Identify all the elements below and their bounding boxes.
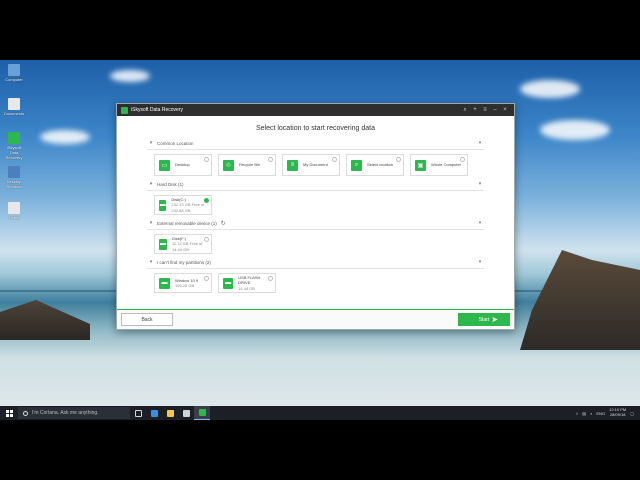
refresh-icon[interactable]: ↻ bbox=[221, 220, 226, 227]
window-titlebar: iSkysoft Data Recovery ⌕ + ≡ – × bbox=[117, 104, 514, 116]
partition-icon: ▬ bbox=[159, 277, 170, 289]
windows-logo-icon bbox=[5, 409, 13, 417]
desktop-icon-documents[interactable]: Documents bbox=[3, 98, 25, 116]
task-view-button[interactable] bbox=[130, 406, 146, 420]
chevron-down-icon: ▾ bbox=[149, 140, 153, 146]
cloud bbox=[520, 80, 580, 98]
tile-select-location[interactable]: ⌕ Select location bbox=[346, 154, 404, 176]
cortana-search-box[interactable]: I'm Cortana. Ask me anything. bbox=[18, 407, 130, 419]
partition-icon: ▬ bbox=[223, 277, 234, 289]
clock[interactable]: 12:10 PM 28/09/18 bbox=[609, 407, 626, 418]
file-icon bbox=[8, 98, 20, 110]
add-icon[interactable]: + bbox=[470, 107, 480, 113]
tile-desktop[interactable]: ▭ Desktop bbox=[154, 154, 212, 176]
taskbar: I'm Cortana. Ask me anything. ˄ ▤ ◖ ENG … bbox=[0, 406, 640, 420]
language-indicator[interactable]: ENG bbox=[596, 411, 605, 416]
radio-button[interactable] bbox=[268, 276, 273, 281]
data-recovery-icon bbox=[198, 409, 206, 416]
section-hard-disk: ▾ Hard Disk (1) ▾ ▬ Disk(C:) 232.19 GB F… bbox=[147, 181, 484, 215]
edge-button[interactable] bbox=[146, 406, 162, 420]
rock-right bbox=[520, 250, 640, 350]
store-icon bbox=[182, 409, 190, 417]
minimize-button[interactable]: – bbox=[490, 107, 500, 113]
section-common-location: ▾ Common Location ▾ ▭ Desktop ♲ Recycle … bbox=[147, 140, 484, 176]
hard-drive-icon: ▬ bbox=[159, 199, 167, 211]
volume-icon[interactable]: ◖ bbox=[590, 411, 592, 416]
radio-button[interactable] bbox=[204, 237, 209, 242]
page-title: Select location to start recovering data bbox=[255, 125, 376, 132]
section-header[interactable]: ▾ Hard Disk (1) ▾ bbox=[147, 181, 484, 191]
start-menu-button[interactable] bbox=[0, 409, 18, 417]
close-button[interactable]: × bbox=[500, 107, 510, 113]
window-footer: Back Start ➤ bbox=[117, 309, 514, 329]
chevron-down-icon: ▾ bbox=[478, 220, 482, 226]
cortana-icon bbox=[23, 410, 28, 416]
network-icon[interactable]: ▤ bbox=[582, 411, 586, 416]
section-header[interactable]: ▾ External removable device (1) ↻ ▾ bbox=[147, 220, 484, 230]
desktop-icon-computer[interactable]: Computer bbox=[3, 64, 25, 82]
partition-tile[interactable]: ▬ USB FLASH DRIVE 14.44 GB bbox=[218, 273, 276, 293]
radio-button[interactable] bbox=[268, 157, 273, 162]
radio-button[interactable] bbox=[204, 276, 209, 281]
recycle-bin-icon: ♲ bbox=[223, 159, 234, 171]
desktop-icon: ▭ bbox=[159, 159, 170, 171]
partition-tile[interactable]: ▬ Window 10 9 195.20 GB bbox=[154, 273, 212, 293]
desktop-icon-data-recovery[interactable]: iSkysoft Data Recovery bbox=[3, 132, 25, 160]
file-icon bbox=[8, 202, 20, 214]
chevron-down-icon: ▾ bbox=[149, 181, 153, 187]
chevron-down-icon: ▾ bbox=[149, 220, 153, 226]
radio-button[interactable] bbox=[396, 157, 401, 162]
radio-button[interactable] bbox=[460, 157, 465, 162]
rock-left bbox=[0, 300, 90, 340]
folder-icon bbox=[166, 409, 174, 417]
radio-button-selected[interactable] bbox=[204, 198, 209, 203]
computer-icon: ▣ bbox=[415, 159, 426, 171]
system-tray: ˄ ▤ ◖ ENG 12:10 PM 28/09/18 ▢ bbox=[576, 407, 640, 418]
chevron-down-icon: ▾ bbox=[478, 140, 482, 146]
notification-icon[interactable]: ▢ bbox=[630, 411, 634, 416]
chevron-down-icon: ▾ bbox=[478, 259, 482, 265]
radio-button[interactable] bbox=[204, 157, 209, 162]
section-header[interactable]: ▾ Common Location ▾ bbox=[147, 140, 484, 150]
store-button[interactable] bbox=[178, 406, 194, 420]
start-button[interactable]: Start ➤ bbox=[458, 313, 510, 326]
data-recovery-window: iSkysoft Data Recovery ⌕ + ≡ – × Select … bbox=[116, 103, 515, 330]
drive-tile-f[interactable]: ▬ Disk(F:) 11.14 GB Free of 14.44 GB bbox=[154, 234, 212, 254]
menu-icon[interactable]: ≡ bbox=[480, 107, 490, 113]
section-removable-device: ▾ External removable device (1) ↻ ▾ ▬ Di… bbox=[147, 220, 484, 254]
chevron-up-icon[interactable]: ˄ bbox=[576, 411, 578, 416]
search-icon: ⌕ bbox=[351, 159, 362, 171]
chevron-down-icon: ▾ bbox=[478, 181, 482, 187]
cloud bbox=[110, 70, 150, 82]
drive-tile-c[interactable]: ▬ Disk(C:) 232.19 GB Free of 232.88 GB bbox=[154, 195, 212, 215]
section-header[interactable]: ▾ I can't find my partitions (2) ▾ bbox=[147, 259, 484, 269]
cloud bbox=[40, 130, 90, 144]
radio-button[interactable] bbox=[332, 157, 337, 162]
search-icon[interactable]: ⌕ bbox=[460, 107, 470, 114]
file-explorer-button[interactable] bbox=[162, 406, 178, 420]
task-view-icon bbox=[134, 409, 142, 417]
tile-recycle-bin[interactable]: ♲ Recycle Bin bbox=[218, 154, 276, 176]
chevron-down-icon: ▾ bbox=[149, 259, 153, 265]
desktop-icon-shortcut[interactable]: Desktop Shortcut bbox=[3, 166, 25, 189]
usb-drive-icon: ▬ bbox=[159, 238, 167, 250]
app-logo-icon bbox=[121, 106, 128, 114]
data-recovery-taskbar-button[interactable] bbox=[194, 406, 210, 420]
edge-icon bbox=[150, 409, 158, 417]
document-icon: ≡ bbox=[287, 159, 298, 171]
tile-whole-computer[interactable]: ▣ Whole Computer bbox=[410, 154, 468, 176]
data-recovery-icon bbox=[8, 132, 20, 144]
monitor-icon bbox=[8, 166, 20, 178]
back-button[interactable]: Back bbox=[121, 313, 173, 326]
desktop-icon-notes[interactable]: Notes bbox=[3, 202, 25, 220]
cloud bbox=[540, 120, 610, 140]
tile-my-document[interactable]: ≡ My Document bbox=[282, 154, 340, 176]
window-title: iSkysoft Data Recovery bbox=[131, 107, 183, 113]
computer-icon bbox=[8, 64, 20, 76]
cursor-icon: ➤ bbox=[491, 315, 498, 324]
section-lost-partitions: ▾ I can't find my partitions (2) ▾ ▬ Win… bbox=[147, 259, 484, 293]
